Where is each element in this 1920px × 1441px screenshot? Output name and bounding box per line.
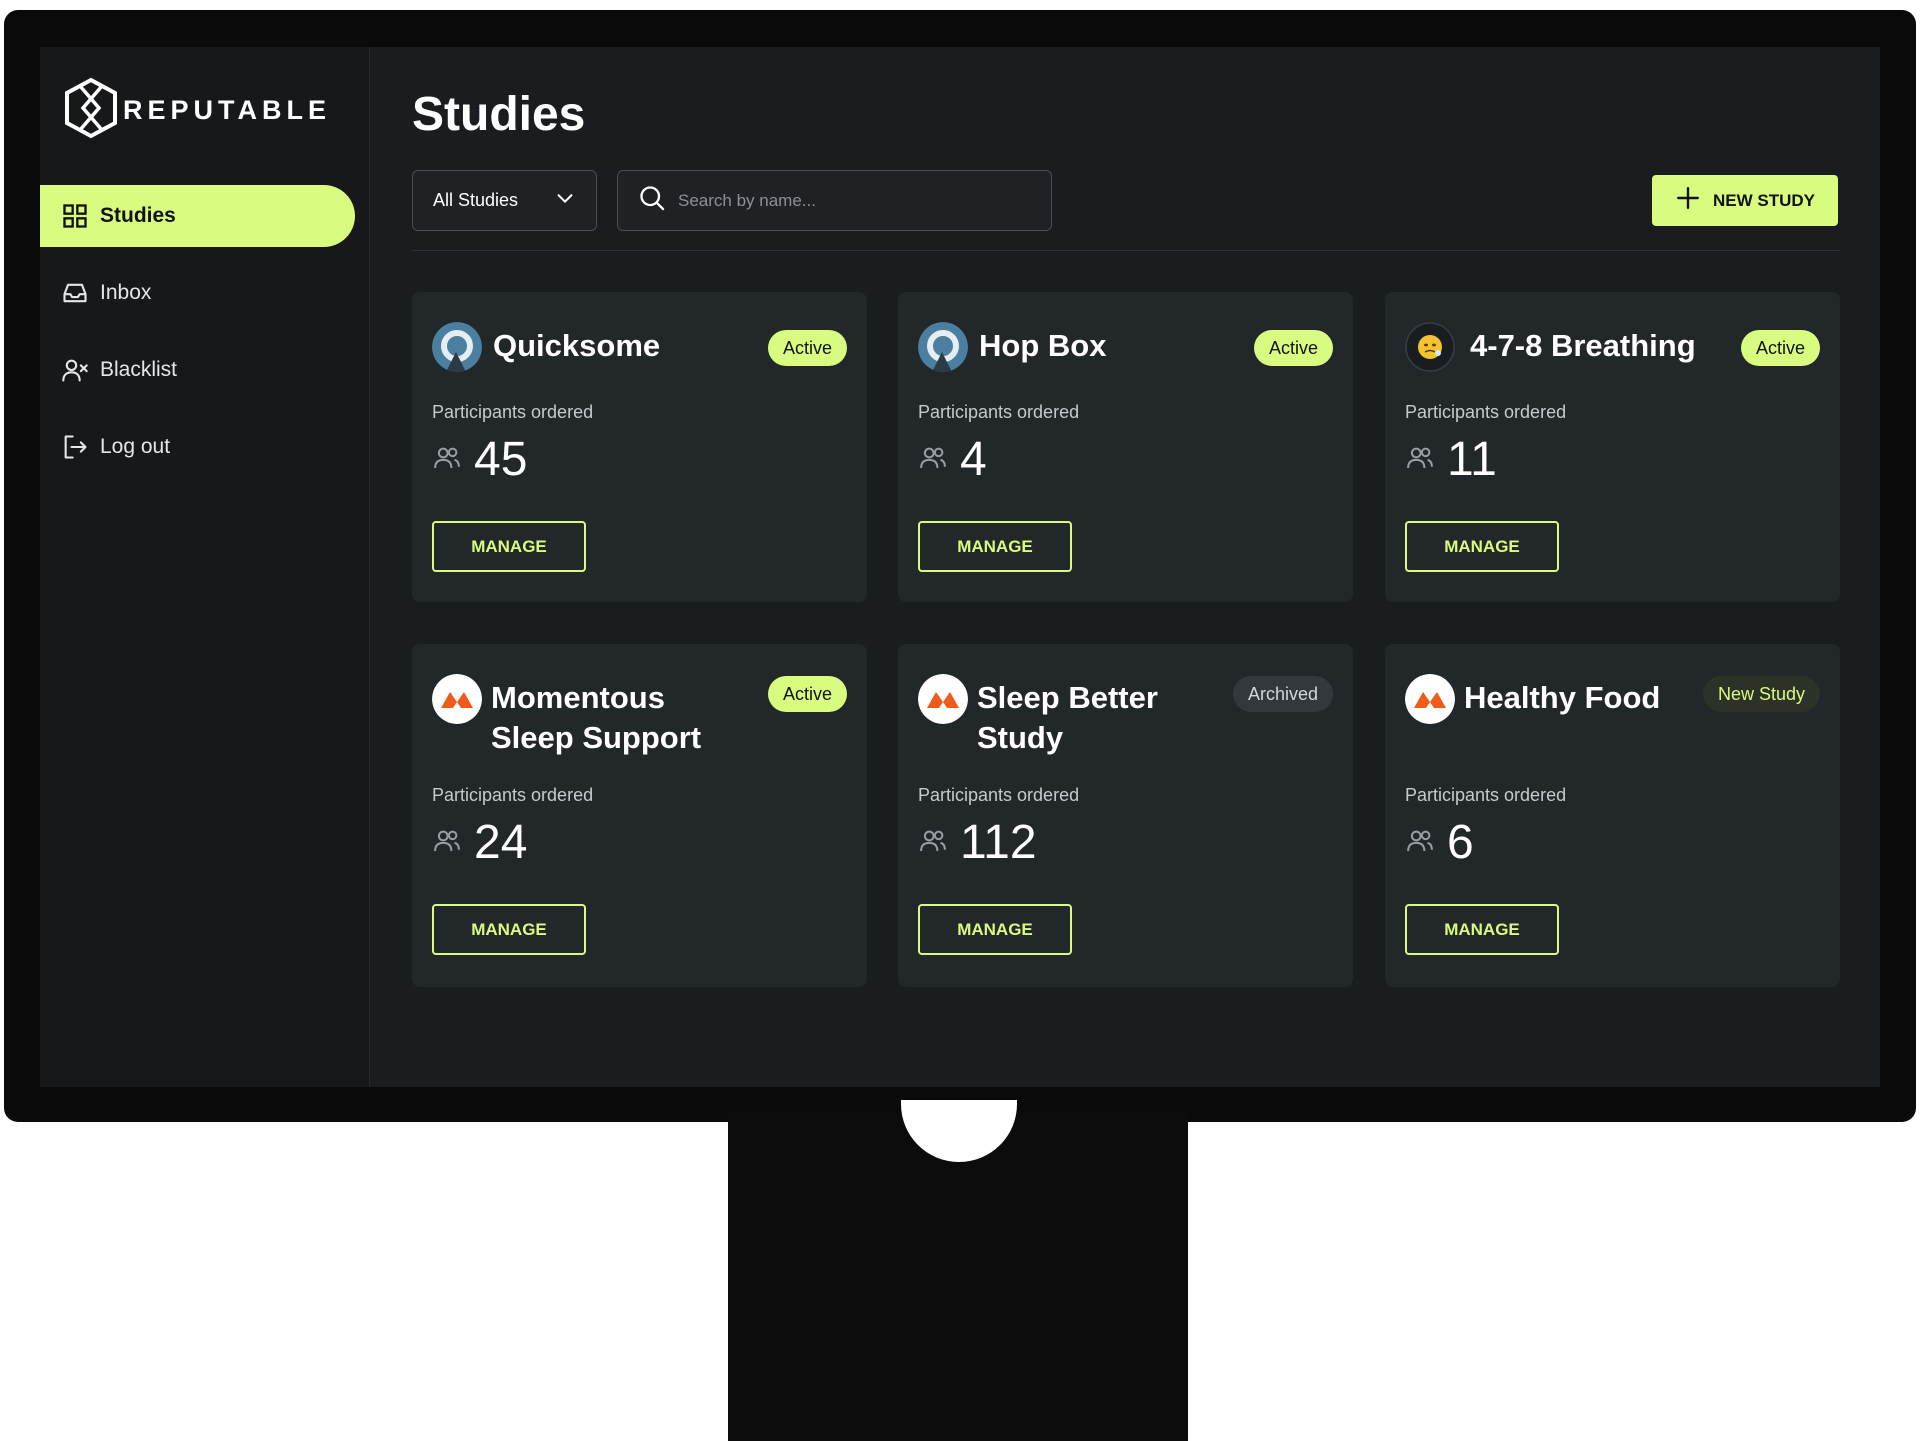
study-card: Sleep Better Study Archived Participants… [898,644,1353,987]
participants-count: 112 [960,816,1037,869]
users-icon [432,443,474,478]
manage-button[interactable]: MANAGE [918,521,1072,572]
sidebar-item-label: Blacklist [100,358,178,381]
participants-row: 4 [918,433,987,487]
manage-button[interactable]: MANAGE [432,904,586,955]
users-icon [1405,826,1447,861]
manage-button[interactable]: MANAGE [1405,521,1559,572]
app-screen: REPUTABLE Studies Inbox Blacklist Log ou… [40,47,1880,1087]
user-x-icon [60,355,90,385]
study-title: Momentous Sleep Support [491,680,702,755]
manage-button[interactable]: MANAGE [432,521,586,572]
study-card: 4-7-8 Breathing Active Participants orde… [1385,292,1840,602]
participants-label: Participants ordered [432,402,594,422]
status-badge: New Study [1702,676,1820,712]
participants-count: 24 [474,816,528,869]
study-title: Sleep Better Study [977,680,1158,755]
momentous-logo-icon [432,674,482,724]
users-icon [918,443,960,478]
studies-filter-select[interactable]: All Studies [412,170,597,231]
status-badge: Active [1253,330,1333,366]
search-icon [638,184,666,217]
status-badge: Active [767,676,847,712]
participants-row: 11 [1405,433,1497,487]
participants-label: Participants ordered [1405,785,1567,805]
logo[interactable]: REPUTABLE [63,77,331,144]
sidebar-item-studies[interactable]: Studies [40,185,355,247]
chevron-down-icon [554,187,576,214]
participants-label: Participants ordered [432,785,594,805]
status-badge: Active [1740,330,1820,366]
grid-icon [60,201,90,231]
new-study-button[interactable]: NEW STUDY [1652,175,1838,226]
status-badge: Archived [1232,676,1333,712]
study-card: Quicksome Active Participants ordered 45… [412,292,867,602]
participants-count: 4 [960,433,987,486]
participants-count: 6 [1447,816,1474,869]
sidebar-item-inbox[interactable]: Inbox [40,262,355,324]
sidebar-nav: Studies Inbox Blacklist Log out [40,185,355,493]
manage-button[interactable]: MANAGE [1405,904,1559,955]
participants-label: Participants ordered [1405,402,1567,422]
search-input[interactable] [678,190,1031,211]
participants-row: 6 [1405,816,1474,870]
study-card: Hop Box Active Participants ordered 4 MA… [898,292,1353,602]
study-title: Healthy Food [1464,680,1661,715]
status-badge: Active [767,330,847,366]
emoji-logo-icon [1405,322,1455,372]
logout-icon [60,432,90,462]
study-title: Hop Box [979,328,1107,363]
participants-row: 112 [918,816,1037,870]
participants-label: Participants ordered [918,402,1080,422]
momentous-logo-icon [918,674,968,724]
manage-button[interactable]: MANAGE [918,904,1072,955]
study-logo-icon [918,322,968,372]
header-divider [412,250,1840,251]
momentous-logo-icon [1405,674,1455,724]
study-title: Quicksome [493,328,661,363]
participants-row: 24 [432,816,527,870]
users-icon [432,826,474,861]
page-title: Studies [412,88,586,141]
sidebar: REPUTABLE Studies Inbox Blacklist Log ou… [40,47,370,1087]
inbox-icon [60,278,90,308]
participants-label: Participants ordered [918,785,1080,805]
plus-icon [1675,185,1713,216]
study-card: Momentous Sleep Support Active Participa… [412,644,867,987]
new-study-label: NEW STUDY [1713,190,1815,210]
search-box [617,170,1052,231]
study-card: Healthy Food New Study Participants orde… [1385,644,1840,987]
participants-row: 45 [432,433,527,487]
study-logo-icon [432,322,482,372]
participants-count: 11 [1447,433,1497,486]
brand-name: REPUTABLE [123,95,332,125]
sidebar-item-label: Log out [100,435,171,458]
filter-selected-value: All Studies [433,190,519,210]
sidebar-item-logout[interactable]: Log out [40,416,355,478]
users-icon [1405,443,1447,478]
participants-count: 45 [474,433,528,486]
sidebar-item-label: Inbox [100,281,152,304]
users-icon [918,826,960,861]
reputable-logo-icon [63,77,119,144]
main-content: Studies All Studies NEW STUDY Qui [412,47,1840,1087]
study-title: 4-7-8 Breathing [1470,328,1696,363]
sidebar-item-label: Studies [100,204,176,227]
sidebar-item-blacklist[interactable]: Blacklist [40,339,355,401]
